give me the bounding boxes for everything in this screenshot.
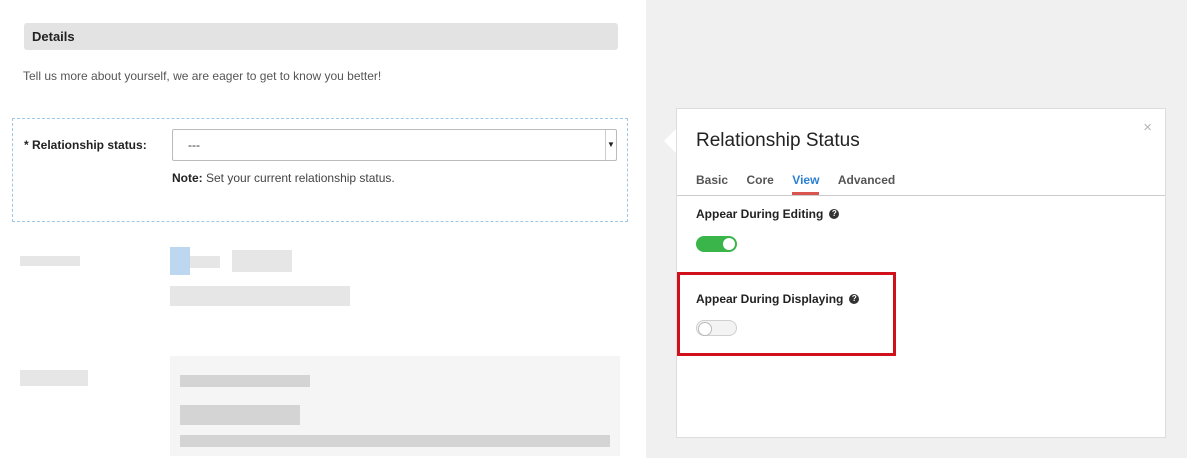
tab-core[interactable]: Core [746, 173, 773, 192]
relationship-field[interactable]: * Relationship status: --- ▼ Note: Set y… [12, 118, 628, 222]
tab-view[interactable]: View [792, 173, 820, 195]
tab-advanced[interactable]: Advanced [838, 173, 895, 192]
field-note: Note: Set your current relationship stat… [172, 171, 395, 185]
tab-divider [677, 195, 1165, 196]
obscured-text [180, 435, 610, 447]
form-area: Details Tell us more about yourself, we … [0, 0, 646, 458]
obscured-label [20, 370, 88, 386]
obscured-label [20, 256, 80, 266]
obscured-text [180, 375, 310, 387]
chevron-down-icon[interactable]: ▼ [605, 130, 616, 160]
relationship-select[interactable]: --- ▼ [172, 129, 617, 161]
panel-tabs: Basic Core View Advanced [696, 171, 909, 195]
tab-basic[interactable]: Basic [696, 173, 728, 192]
obscured-value [170, 286, 350, 306]
obscured-value [190, 256, 220, 268]
highlight-box [677, 272, 896, 356]
editing-toggle[interactable] [696, 236, 737, 252]
section-header: Details [24, 23, 618, 50]
option-editing-label: Appear During Editing? [696, 207, 840, 221]
section-intro: Tell us more about yourself, we are eage… [23, 69, 382, 83]
toggle-knob [723, 238, 735, 250]
close-icon[interactable]: × [1143, 119, 1152, 136]
help-icon[interactable]: ? [829, 209, 840, 219]
panel-title: Relationship Status [696, 130, 860, 151]
relationship-label: * Relationship status: [24, 138, 147, 152]
obscured-value [232, 250, 292, 272]
note-text: Set your current relationship status. [202, 171, 395, 185]
obscured-text [180, 405, 300, 425]
obscured-value [170, 247, 190, 275]
select-value: --- [188, 138, 200, 152]
note-label: Note: [172, 171, 203, 185]
